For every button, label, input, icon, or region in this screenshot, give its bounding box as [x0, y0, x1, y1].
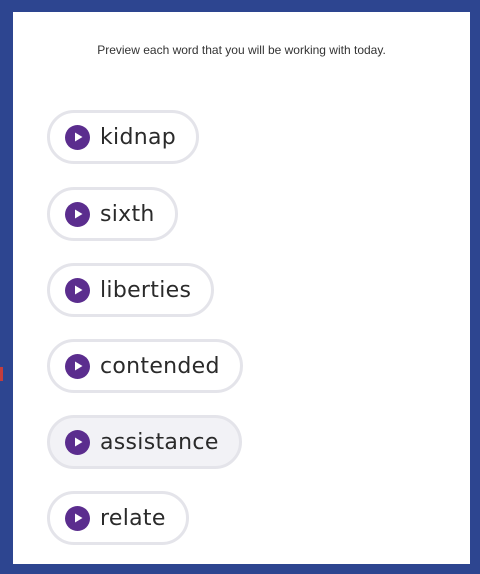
word-label: relate	[100, 505, 166, 531]
word-button-relate[interactable]: relate	[47, 491, 189, 545]
play-icon	[65, 353, 90, 379]
play-icon	[65, 201, 90, 227]
word-label: contended	[100, 353, 220, 379]
word-label: sixth	[100, 201, 155, 227]
word-label: kidnap	[100, 124, 177, 150]
word-label: assistance	[100, 429, 219, 455]
word-button-contended[interactable]: contended	[47, 339, 243, 393]
word-button-assistance[interactable]: assistance	[47, 415, 242, 469]
word-button-liberties[interactable]: liberties	[47, 263, 215, 317]
word-button-kidnap[interactable]: kidnap	[47, 110, 200, 164]
instructions-text: Preview each word that you will be worki…	[97, 43, 386, 57]
word-label: liberties	[100, 277, 192, 303]
play-icon	[65, 124, 90, 150]
play-icon	[65, 277, 90, 303]
vocabulary-panel: Preview each word that you will be worki…	[13, 12, 470, 564]
play-icon	[65, 505, 90, 531]
app-frame: Preview each word that you will be worki…	[0, 0, 480, 574]
word-button-sixth[interactable]: sixth	[47, 187, 178, 241]
play-icon	[65, 429, 90, 455]
side-marker	[0, 367, 3, 381]
